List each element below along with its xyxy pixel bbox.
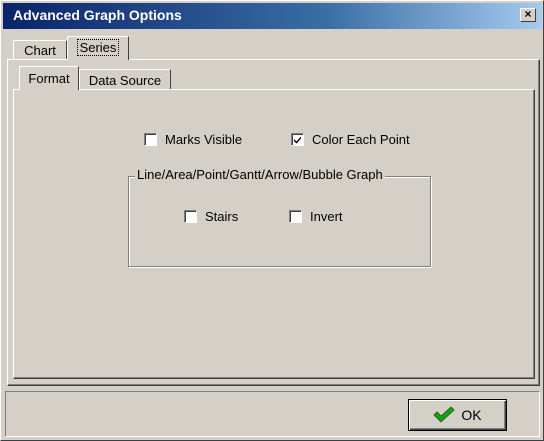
tab-format[interactable]: Format xyxy=(19,66,79,90)
marks-visible-checkbox[interactable] xyxy=(144,133,157,146)
tab-series-label: Series xyxy=(76,39,120,56)
dialog-window: Advanced Graph Options × Chart Series Fo… xyxy=(0,0,544,441)
tab-data-source[interactable]: Data Source xyxy=(79,69,171,89)
ok-label: OK xyxy=(461,407,482,423)
tab-series[interactable]: Series xyxy=(67,36,129,60)
color-each-point-checkbox[interactable] xyxy=(291,133,304,146)
ok-button[interactable]: OK xyxy=(408,399,507,431)
invert-checkbox[interactable] xyxy=(289,210,302,223)
tab-data-source-label: Data Source xyxy=(88,73,162,88)
tab-chart[interactable]: Chart xyxy=(13,40,67,60)
checkmark-icon xyxy=(433,406,455,423)
color-each-point-label: Color Each Point xyxy=(312,132,410,147)
stairs-label: Stairs xyxy=(205,209,239,224)
checkmark-icon xyxy=(294,136,301,144)
graph-type-groupbox xyxy=(128,176,431,267)
title-bar[interactable]: Advanced Graph Options × xyxy=(3,3,542,29)
tab-format-label: Format xyxy=(28,71,70,86)
window-title: Advanced Graph Options xyxy=(13,7,182,23)
invert-label: Invert xyxy=(310,209,343,224)
stairs-option[interactable]: Stairs xyxy=(184,209,238,224)
color-each-point-option[interactable]: Color Each Point xyxy=(291,132,410,147)
close-icon[interactable]: × xyxy=(520,8,536,22)
invert-option[interactable]: Invert xyxy=(289,209,343,224)
stairs-checkbox[interactable] xyxy=(184,210,197,223)
marks-visible-label: Marks Visible xyxy=(165,132,243,147)
groupbox-title: Line/Area/Point/Gantt/Arrow/Bubble Graph xyxy=(135,167,385,182)
marks-visible-option[interactable]: Marks Visible xyxy=(144,132,242,147)
tab-chart-label: Chart xyxy=(24,43,56,58)
